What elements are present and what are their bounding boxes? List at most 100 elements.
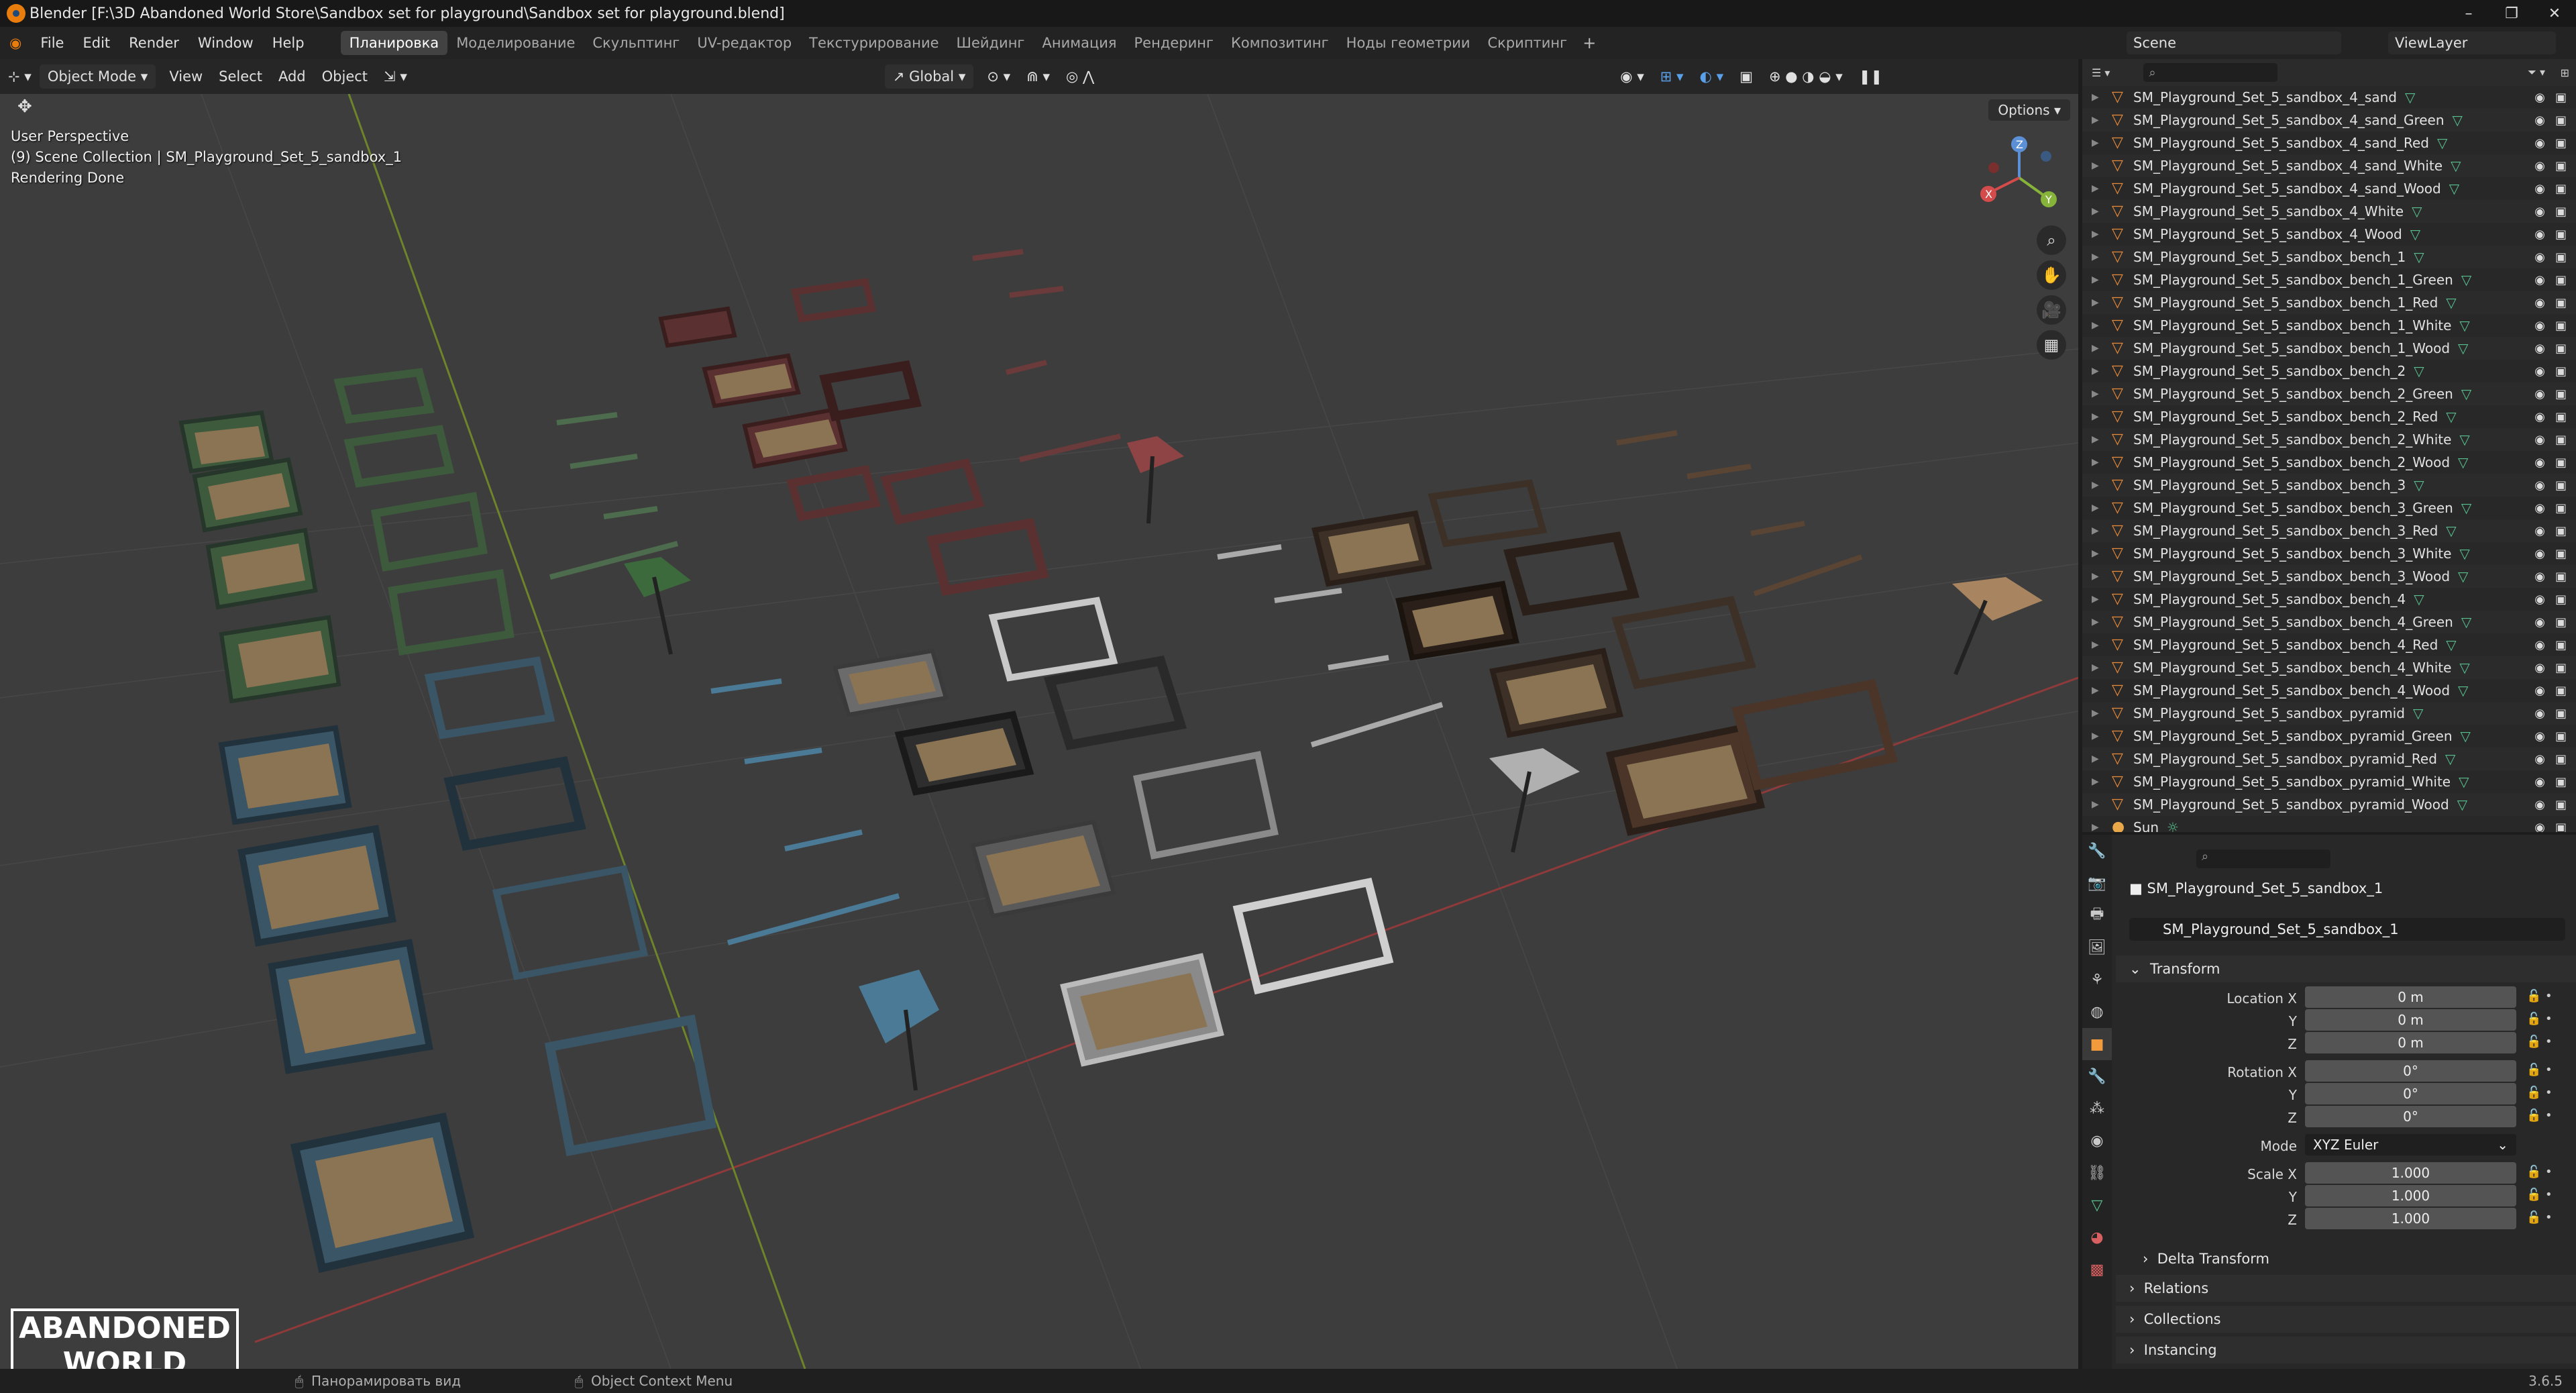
collections-header[interactable]: › Collections bbox=[2116, 1306, 2576, 1333]
expand-arrow-icon[interactable]: ▶ bbox=[2092, 594, 2112, 605]
scene-tab-icon[interactable]: ⚘ bbox=[2082, 964, 2112, 996]
camera-render-icon[interactable]: ▣ bbox=[2555, 182, 2567, 196]
mode-selector[interactable]: Object Mode ▾ bbox=[39, 64, 156, 89]
eye-icon[interactable]: ◉ bbox=[2534, 547, 2545, 561]
tab-geometry-nodes[interactable]: Ноды геометрии bbox=[1338, 31, 1479, 55]
lock-icon[interactable]: 🔓 bbox=[2526, 1063, 2541, 1077]
expand-arrow-icon[interactable]: ▶ bbox=[2092, 160, 2112, 171]
expand-arrow-icon[interactable]: ▶ bbox=[2092, 138, 2112, 148]
location-z-field[interactable]: 0 m bbox=[2305, 1032, 2516, 1053]
outliner-row[interactable]: ▶ ▽ SM_Playground_Set_5_sandbox_bench_4_Gr… bbox=[2082, 611, 2576, 633]
physics-tab-icon[interactable]: ◉ bbox=[2082, 1125, 2112, 1157]
camera-render-icon[interactable]: ▣ bbox=[2555, 729, 2567, 743]
rotation-y-field[interactable]: 0° bbox=[2305, 1083, 2516, 1104]
expand-arrow-icon[interactable]: ▶ bbox=[2092, 434, 2112, 445]
outliner-row[interactable]: ▶ ▽ SM_Playground_Set_5_sandbox_4_Wood ▽ ◉ ▣ bbox=[2082, 223, 2576, 246]
expand-arrow-icon[interactable]: ▶ bbox=[2092, 115, 2112, 125]
new-collection-icon[interactable]: ⊞ bbox=[2561, 66, 2569, 79]
visibility-icon[interactable]: ◉ ▾ bbox=[1612, 64, 1652, 89]
menu-object[interactable]: Object bbox=[314, 64, 376, 89]
expand-arrow-icon[interactable]: ▶ bbox=[2092, 799, 2112, 810]
keyframe-dot-icon[interactable]: • bbox=[2545, 1188, 2553, 1202]
zoom-icon[interactable]: ⌕ bbox=[2037, 225, 2066, 255]
editor-type-icon[interactable]: ⊹ ▾ bbox=[0, 64, 40, 89]
expand-arrow-icon[interactable]: ▶ bbox=[2092, 548, 2112, 559]
pivot-icon[interactable]: ⊙ ▾ bbox=[979, 64, 1018, 89]
tab-texture-paint[interactable]: Текстурирование bbox=[800, 31, 947, 55]
menu-view[interactable]: View bbox=[161, 64, 211, 89]
constraints-tab-icon[interactable]: ⛓ bbox=[2082, 1157, 2112, 1189]
view-layer-selector[interactable]: ViewLayer bbox=[2388, 32, 2556, 54]
menu-select[interactable]: Select bbox=[211, 64, 270, 89]
expand-arrow-icon[interactable]: ▶ bbox=[2092, 617, 2112, 627]
modifier-tab-icon[interactable]: 🔧 bbox=[2082, 1060, 2112, 1092]
properties-search-input[interactable]: ⌕ bbox=[2196, 849, 2330, 868]
material-tab-icon[interactable]: ◕ bbox=[2082, 1221, 2112, 1253]
expand-arrow-icon[interactable]: ▶ bbox=[2092, 320, 2112, 331]
menu-file[interactable]: File bbox=[31, 35, 73, 51]
outliner-row[interactable]: ▶ ▽ SM_Playground_Set_5_sandbox_bench_1 ▽ ◉ ▣ bbox=[2082, 246, 2576, 268]
eye-icon[interactable]: ◉ bbox=[2534, 387, 2545, 401]
eye-icon[interactable]: ◉ bbox=[2534, 570, 2545, 584]
outliner-row[interactable]: ▶ ▽ SM_Playground_Set_5_sandbox_bench_1_Re… bbox=[2082, 291, 2576, 314]
eye-icon[interactable]: ◉ bbox=[2534, 661, 2545, 675]
outliner-row[interactable]: ▶ ▽ SM_Playground_Set_5_sandbox_4_White ▽ ◉ ▣ bbox=[2082, 200, 2576, 223]
eye-icon[interactable]: ◉ bbox=[2534, 592, 2545, 607]
particles-tab-icon[interactable]: ⁂ bbox=[2082, 1092, 2112, 1125]
lock-icon[interactable]: 🔓 bbox=[2526, 1035, 2541, 1049]
camera-render-icon[interactable]: ▣ bbox=[2555, 570, 2567, 584]
transform-orientation[interactable]: ↗ Global ▾ bbox=[884, 64, 974, 89]
outliner-row[interactable]: ▶ ▽ SM_Playground_Set_5_sandbox_bench_3_Wo… bbox=[2082, 565, 2576, 588]
camera-render-icon[interactable]: ▣ bbox=[2555, 364, 2567, 378]
camera-render-icon[interactable]: ▣ bbox=[2555, 113, 2567, 127]
camera-render-icon[interactable]: ▣ bbox=[2555, 684, 2567, 698]
blender-menu-icon[interactable]: ◉ bbox=[0, 35, 31, 51]
outliner-row[interactable]: ▶ ▽ SM_Playground_Set_5_sandbox_bench_1_Wo… bbox=[2082, 337, 2576, 360]
expand-arrow-icon[interactable]: ▶ bbox=[2092, 822, 2112, 832]
add-workspace-icon[interactable]: + bbox=[1576, 34, 1603, 52]
outliner-row[interactable]: ▶ ▽ SM_Playground_Set_5_sandbox_4_sand ▽ ◉ ▣ bbox=[2082, 86, 2576, 109]
outliner-row[interactable]: ▶ ▽ SM_Playground_Set_5_sandbox_bench_2_Wo… bbox=[2082, 451, 2576, 474]
outliner-row[interactable]: ▶ ▽ SM_Playground_Set_5_sandbox_bench_3_Wh… bbox=[2082, 542, 2576, 565]
scene-selector[interactable]: Scene bbox=[2127, 32, 2341, 54]
tab-animation[interactable]: Анимация bbox=[1033, 31, 1125, 55]
camera-render-icon[interactable]: ▣ bbox=[2555, 319, 2567, 333]
outliner-search-input[interactable]: ⌕ bbox=[2143, 63, 2278, 82]
keyframe-dot-icon[interactable]: • bbox=[2545, 1108, 2553, 1123]
expand-arrow-icon[interactable]: ▶ bbox=[2092, 776, 2112, 787]
close-icon[interactable]: ✕ bbox=[2533, 0, 2576, 27]
scale-z-field[interactable]: 1.000 bbox=[2305, 1208, 2516, 1229]
camera-render-icon[interactable]: ▣ bbox=[2555, 296, 2567, 310]
eye-icon[interactable]: ◉ bbox=[2534, 159, 2545, 173]
menu-edit[interactable]: Edit bbox=[73, 35, 119, 51]
outliner-row[interactable]: ▶ ▽ SM_Playground_Set_5_sandbox_bench_4_Re… bbox=[2082, 633, 2576, 656]
menu-help[interactable]: Help bbox=[263, 35, 314, 51]
expand-arrow-icon[interactable]: ▶ bbox=[2092, 252, 2112, 262]
camera-render-icon[interactable]: ▣ bbox=[2555, 159, 2567, 173]
rotation-z-field[interactable]: 0° bbox=[2305, 1106, 2516, 1127]
tab-sculpting[interactable]: Скульптинг bbox=[584, 31, 688, 55]
camera-render-icon[interactable]: ▣ bbox=[2555, 227, 2567, 242]
expand-arrow-icon[interactable]: ▶ bbox=[2092, 274, 2112, 285]
data-tab-icon[interactable]: ▽ bbox=[2082, 1189, 2112, 1221]
outliner-row[interactable]: ▶ ▽ SM_Playground_Set_5_sandbox_bench_2 ▽ ◉ ▣ bbox=[2082, 360, 2576, 382]
texture-tab-icon[interactable]: ▩ bbox=[2082, 1253, 2112, 1286]
tab-rendering[interactable]: Рендеринг bbox=[1126, 31, 1223, 55]
keyframe-dot-icon[interactable]: • bbox=[2545, 989, 2553, 1003]
eye-icon[interactable]: ◉ bbox=[2534, 250, 2545, 264]
eye-icon[interactable]: ◉ bbox=[2534, 752, 2545, 766]
rotation-mode-select[interactable]: XYZ Euler ⌄ bbox=[2305, 1134, 2516, 1155]
expand-arrow-icon[interactable]: ▶ bbox=[2092, 685, 2112, 696]
delta-transform-header[interactable]: › Delta Transform bbox=[2116, 1245, 2576, 1272]
camera-render-icon[interactable]: ▣ bbox=[2555, 547, 2567, 561]
expand-arrow-icon[interactable]: ▶ bbox=[2092, 206, 2112, 217]
eye-icon[interactable]: ◉ bbox=[2534, 182, 2545, 196]
snapping-icon[interactable]: ⋒ ▾ bbox=[1018, 64, 1058, 89]
camera-render-icon[interactable]: ▣ bbox=[2555, 205, 2567, 219]
transform-panel-header[interactable]: ⌄ Transform bbox=[2116, 956, 2576, 982]
location-x-field[interactable]: 0 m bbox=[2305, 986, 2516, 1008]
scale-x-field[interactable]: 1.000 bbox=[2305, 1162, 2516, 1184]
expand-arrow-icon[interactable]: ▶ bbox=[2092, 571, 2112, 582]
lock-icon[interactable]: 🔓 bbox=[2526, 1210, 2541, 1225]
outliner-row[interactable]: ▶ ▽ SM_Playground_Set_5_sandbox_bench_2_Gr… bbox=[2082, 382, 2576, 405]
